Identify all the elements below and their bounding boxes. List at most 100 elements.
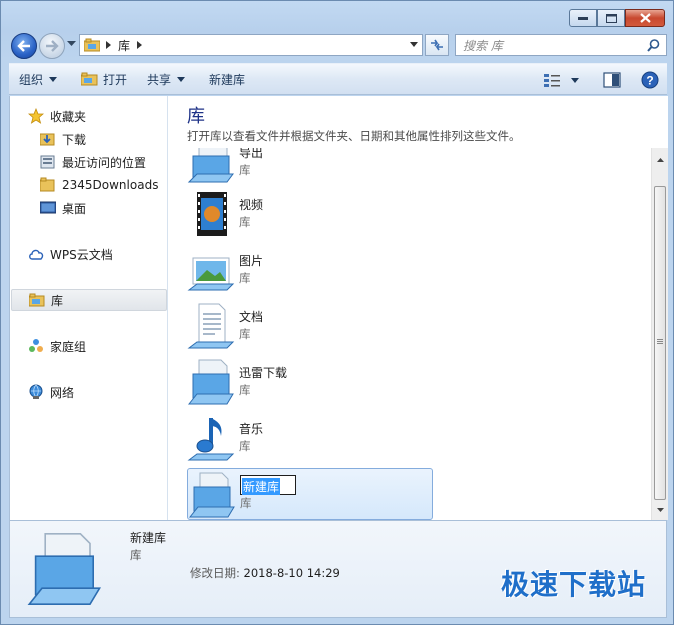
generic-library-icon <box>188 472 235 518</box>
scrollbar-thumb[interactable] <box>654 186 666 500</box>
back-arrow-icon <box>17 40 30 52</box>
new-library-button[interactable]: 新建库 <box>199 64 255 94</box>
libraries-icon <box>29 293 45 307</box>
share-button[interactable]: 共享 <box>137 64 199 94</box>
back-button[interactable] <box>11 33 37 59</box>
library-item-xunlei-downloads[interactable]: 迅雷下载 库 <box>187 356 433 408</box>
minimize-button[interactable] <box>569 9 597 27</box>
nav-wps-cloud[interactable]: WPS云文档 <box>28 243 113 265</box>
nav-item-recent-places[interactable]: 最近访问的位置 <box>40 151 146 173</box>
site-watermark: 极速下载站 <box>500 568 646 601</box>
refresh-icon <box>431 39 443 51</box>
breadcrumb-separator-icon[interactable] <box>137 41 143 49</box>
generic-library-icon <box>27 533 102 605</box>
search-icon[interactable] <box>647 39 660 52</box>
nav-item-downloads[interactable]: 下载 <box>40 128 86 150</box>
nav-libraries[interactable]: 库 <box>11 289 167 311</box>
library-kind: 库 <box>239 383 251 397</box>
breadcrumb-separator-icon <box>106 41 111 49</box>
open-folder-icon <box>81 72 98 86</box>
nav-favorites-label: 收藏夹 <box>50 109 87 124</box>
share-label: 共享 <box>147 72 172 87</box>
nav-item-label: 最近访问的位置 <box>62 155 147 170</box>
nav-item-label: 桌面 <box>62 201 87 216</box>
library-name: 图片 <box>239 254 264 268</box>
maximize-icon <box>605 13 617 23</box>
details-modified-date: 修改日期: 2018-8-10 14:29 <box>190 565 340 581</box>
music-library-icon <box>187 418 235 461</box>
forward-button[interactable] <box>39 33 65 59</box>
libraries-icon <box>84 38 100 52</box>
search-box[interactable]: 搜索 库 <box>455 34 667 56</box>
library-item-new-library[interactable]: 新建库 库 <box>187 468 433 520</box>
rename-input[interactable]: 新建库 <box>240 475 296 495</box>
nav-wps-label: WPS云文档 <box>50 247 113 262</box>
content-header: 库 打开库以查看文件并根据文件夹、日期和其他属性排列这些文件。 <box>169 96 668 148</box>
vertical-scrollbar[interactable] <box>651 148 668 520</box>
download-folder-icon <box>40 133 55 146</box>
minimize-icon <box>578 17 588 20</box>
new-library-label: 新建库 <box>209 72 246 87</box>
change-view-icon[interactable] <box>543 73 561 87</box>
preview-pane-icon[interactable] <box>603 72 621 88</box>
breadcrumb-item-libraries[interactable]: 库 <box>118 37 130 54</box>
details-item-kind: 库 <box>130 548 142 562</box>
video-library-icon <box>197 192 227 236</box>
forward-arrow-icon <box>46 40 59 52</box>
nav-homegroup[interactable]: 家庭组 <box>28 335 86 357</box>
chevron-down-icon <box>656 508 664 512</box>
caption-buttons <box>569 9 665 27</box>
library-name: 文档 <box>239 310 264 324</box>
command-bar: 组织 打开 共享 新建库 ? <box>9 63 667 95</box>
organize-button[interactable]: 组织 <box>9 64 71 94</box>
page-description: 打开库以查看文件并根据文件夹、日期和其他属性排列这些文件。 <box>187 129 521 143</box>
close-button[interactable] <box>625 9 665 27</box>
nav-libraries-label: 库 <box>51 293 64 308</box>
nav-favorites[interactable]: 收藏夹 <box>28 105 86 127</box>
scroll-up-button[interactable] <box>652 152 668 168</box>
recent-places-icon <box>40 155 55 169</box>
nav-network[interactable]: 网络 <box>28 381 74 403</box>
library-item-documents[interactable]: 文档 库 <box>187 300 433 352</box>
homegroup-icon <box>29 339 43 352</box>
recent-pages-dropdown-icon[interactable] <box>67 41 76 47</box>
view-options-chevron-icon[interactable] <box>571 77 579 83</box>
rename-selected-text: 新建库 <box>242 478 281 495</box>
pictures-library-icon <box>187 257 235 291</box>
close-icon <box>639 13 651 23</box>
details-pane: 新建库 库 修改日期: 2018-8-10 14:29 极速下载站 <box>9 520 667 618</box>
grip-icon <box>657 339 663 344</box>
scroll-down-button[interactable] <box>652 502 668 518</box>
library-kind: 库 <box>239 163 251 177</box>
chevron-down-icon <box>177 76 186 82</box>
cloud-icon <box>29 249 44 260</box>
library-item-videos[interactable]: 视频 库 <box>187 188 433 240</box>
library-kind: 库 <box>239 327 251 341</box>
modified-value: 2018-8-10 14:29 <box>243 566 340 580</box>
svg-text:?: ? <box>646 74 653 88</box>
nav-item-label: 2345Downloads <box>62 178 159 192</box>
library-item-pictures[interactable]: 图片 库 <box>187 244 433 296</box>
refresh-button[interactable] <box>425 34 449 56</box>
explorer-body: 收藏夹 下载 最近访问的位置 2345Downloads 桌面 WPS云文档 库… <box>9 96 668 520</box>
folder-icon <box>40 177 55 192</box>
nav-item-desktop[interactable]: 桌面 <box>40 197 86 219</box>
nav-item-2345downloads[interactable]: 2345Downloads <box>40 174 158 196</box>
help-icon[interactable]: ? <box>641 71 659 89</box>
library-kind: 库 <box>239 439 251 453</box>
view-controls: ? <box>543 64 659 96</box>
open-button[interactable]: 打开 <box>71 64 137 94</box>
page-title: 库 <box>187 106 205 127</box>
search-placeholder: 搜索 库 <box>463 38 503 53</box>
maximize-button[interactable] <box>597 9 625 27</box>
address-dropdown-icon[interactable] <box>410 42 418 47</box>
nav-item-label: 下载 <box>62 132 87 147</box>
library-item-music[interactable]: 音乐 库 <box>187 412 433 464</box>
open-label: 打开 <box>103 72 128 87</box>
nav-homegroup-label: 家庭组 <box>50 339 87 354</box>
explorer-window: 库 搜索 库 组织 打开 共享 新建库 ? 收藏夹 下载 最近访问的位置 234… <box>0 0 674 625</box>
address-bar[interactable]: 库 <box>79 34 423 56</box>
chevron-up-icon <box>656 158 664 162</box>
library-name: 迅雷下载 <box>239 366 288 380</box>
generic-library-icon <box>187 359 234 405</box>
